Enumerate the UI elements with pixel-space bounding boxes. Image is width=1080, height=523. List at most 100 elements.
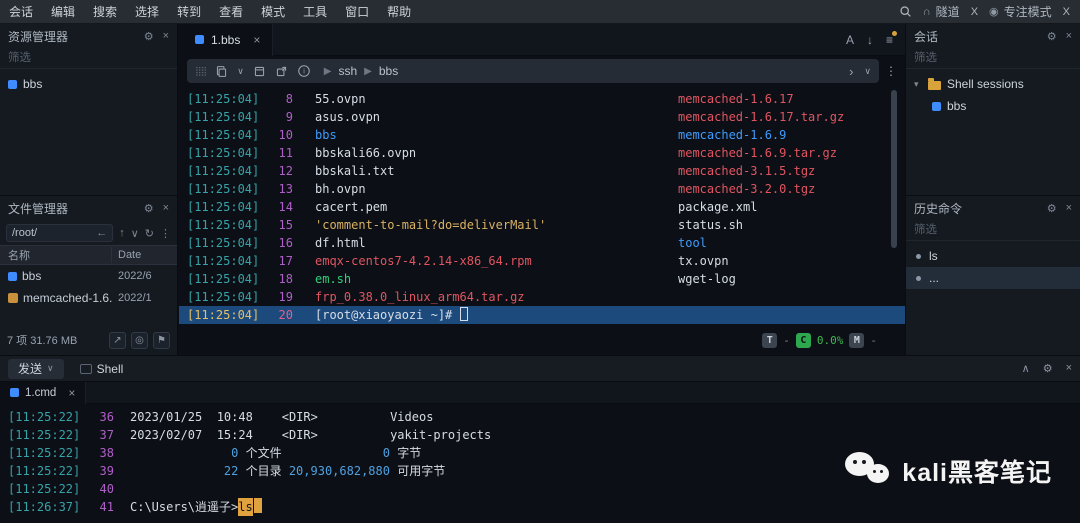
open-external-icon[interactable]: ↗ — [109, 331, 126, 349]
explorer-header: 资源管理器 ⚙ × — [0, 24, 177, 49]
file-entry: package.xml — [678, 200, 758, 214]
bookmark-flag-icon[interactable]: ⚑ — [153, 331, 170, 349]
tunnel-toggle[interactable]: ∩ 隧道 — [923, 3, 960, 20]
focus-mode-toggle[interactable]: ◉ 专注模式 — [989, 3, 1052, 20]
app-window: 会话 编辑 搜索 选择 转到 查看 模式 工具 窗口 帮助 ∩ 隧道 X ◉ 专… — [0, 0, 1080, 523]
timestamp: [11:25:04] — [187, 200, 260, 214]
menu-goto[interactable]: 转到 — [168, 0, 210, 23]
collapse-icon[interactable]: ∧ — [1022, 362, 1030, 375]
tab-1cmd[interactable]: 1.cmd × — [0, 381, 87, 404]
caret-down-icon: ∨ — [47, 363, 54, 373]
chevron-down-icon[interactable]: ▾ — [914, 79, 922, 90]
scroll-down-icon[interactable]: ↓ — [867, 33, 873, 47]
byte-count-label: 字节 — [389, 446, 422, 460]
menu-session[interactable]: 会话 — [0, 0, 42, 23]
timestamp: [11:25:04] — [187, 110, 260, 124]
terminal-line: [11:25:04] 16 df.html tool — [179, 234, 905, 252]
toolbar-more-icon[interactable]: ⋮ — [885, 64, 897, 78]
close-icon[interactable]: × — [1066, 30, 1072, 43]
tunnel-close-button[interactable]: X — [971, 6, 978, 18]
new-window-icon[interactable] — [253, 65, 266, 78]
gear-icon[interactable]: ⚙ — [144, 202, 154, 215]
file-row[interactable]: memcached-1.6... 2022/1 — [0, 287, 177, 309]
line-number: 17 — [278, 254, 293, 268]
breadcrumb-bbs[interactable]: bbs — [379, 64, 398, 78]
gear-icon[interactable]: ⚙ — [1047, 202, 1057, 215]
more-options-icon[interactable]: ⋮ — [160, 227, 171, 240]
terminal-type-badge[interactable]: T — [762, 332, 778, 348]
tab-close-icon[interactable]: × — [253, 33, 260, 47]
file-row[interactable]: bbs 2022/6 — [0, 265, 177, 287]
gear-icon[interactable]: ⚙ — [1043, 362, 1053, 375]
memory-badge[interactable]: M — [849, 332, 865, 348]
tunnel-label: 隧道 — [935, 5, 960, 19]
history-filter-input[interactable]: 筛选 — [906, 221, 1080, 241]
gear-icon[interactable]: ⚙ — [144, 30, 154, 43]
line-number: 40 — [99, 482, 114, 496]
path-input[interactable]: /root/ ← — [6, 224, 114, 242]
tab-1bbs[interactable]: 1.bbs × — [179, 23, 274, 56]
sessions-filter-input[interactable]: 筛选 — [906, 49, 1080, 69]
menu-search[interactable]: 搜索 — [84, 0, 126, 23]
column-name[interactable]: 名称 — [0, 247, 112, 263]
terminal-prompt-line: [11:25:04] 20 [root@xiaoyaozi ~]# — [179, 306, 905, 324]
sessions-header: 会话 ⚙ × — [906, 24, 1080, 49]
timestamp: [11:25:22] — [8, 464, 81, 478]
shell-prompt: [root@xiaoyaozi ~]# — [315, 306, 678, 324]
history-item-ls[interactable]: ls — [906, 245, 1080, 267]
menu-mode[interactable]: 模式 — [252, 0, 294, 23]
menu-tools[interactable]: 工具 — [294, 0, 336, 23]
menu-view[interactable]: 查看 — [210, 0, 252, 23]
menu-select[interactable]: 选择 — [126, 0, 168, 23]
terminal-tab-bar: 1.bbs × A ↓ ≡ — [179, 23, 905, 56]
history-item-more[interactable]: ... — [906, 267, 1080, 289]
run-arrow-icon[interactable]: › — [849, 64, 853, 79]
menu-window[interactable]: 窗口 — [336, 0, 378, 23]
cpu-badge[interactable]: C — [795, 332, 811, 348]
tab-close-icon[interactable]: × — [68, 386, 75, 400]
close-icon[interactable]: × — [163, 202, 169, 215]
menu-help[interactable]: 帮助 — [378, 0, 420, 23]
dropdown-icon[interactable]: ∨ — [131, 227, 139, 240]
refresh-icon[interactable]: ↻ — [145, 227, 154, 240]
duplicate-tab-icon[interactable] — [215, 65, 228, 78]
detach-icon[interactable] — [275, 65, 288, 78]
font-size-icon[interactable]: A — [846, 33, 854, 47]
folder-label: Shell sessions — [947, 77, 1024, 91]
close-icon[interactable]: × — [1066, 202, 1072, 215]
vertical-scrollbar[interactable] — [891, 90, 897, 248]
column-date[interactable]: Date — [112, 249, 177, 261]
dropdown-icon[interactable]: ∨ — [864, 66, 871, 77]
menu-edit[interactable]: 编辑 — [42, 0, 84, 23]
up-directory-icon[interactable]: ↑ — [119, 227, 125, 239]
breadcrumb-ssh[interactable]: ssh — [338, 64, 357, 78]
directory-icon — [8, 271, 17, 281]
timestamp: [11:25:22] — [8, 410, 81, 424]
timestamp: [11:25:04] — [187, 128, 260, 142]
shell-tab-label: Shell — [96, 361, 124, 376]
timestamp: [11:25:22] — [8, 428, 81, 442]
search-icon[interactable] — [899, 5, 912, 18]
session-folder-shell-sessions[interactable]: ▾ Shell sessions — [906, 73, 1080, 95]
info-icon[interactable]: i — [297, 64, 311, 78]
close-icon[interactable]: × — [163, 30, 169, 43]
close-icon[interactable]: × — [1066, 362, 1072, 375]
free-bytes-label: 可用字节 — [389, 464, 446, 478]
location-pin-icon[interactable]: ◎ — [131, 331, 148, 349]
hamburger-menu-icon[interactable]: ≡ — [886, 30, 898, 47]
drag-handle-icon[interactable]: ⣿⣿ — [195, 66, 207, 77]
history-dot-icon — [916, 253, 921, 259]
explorer-item-bbs[interactable]: bbs — [0, 73, 177, 95]
caret-down-icon[interactable]: ∨ — [237, 66, 244, 77]
explorer-filter-input[interactable]: 筛选 — [0, 49, 177, 69]
session-item-bbs[interactable]: bbs — [906, 95, 1080, 117]
tab-shell[interactable]: Shell — [70, 359, 134, 379]
focus-mode-close-button[interactable]: X — [1063, 6, 1070, 18]
clear-path-icon[interactable]: ← — [96, 227, 107, 239]
file-entry: memcached-1.6.9 — [678, 128, 787, 142]
dir-count-label: 个目录 — [238, 464, 282, 478]
timestamp: [11:25:22] — [8, 446, 81, 460]
tab-send[interactable]: 发送 ∨ — [8, 358, 64, 379]
gear-icon[interactable]: ⚙ — [1047, 30, 1057, 43]
timestamp: [11:25:22] — [8, 482, 81, 496]
